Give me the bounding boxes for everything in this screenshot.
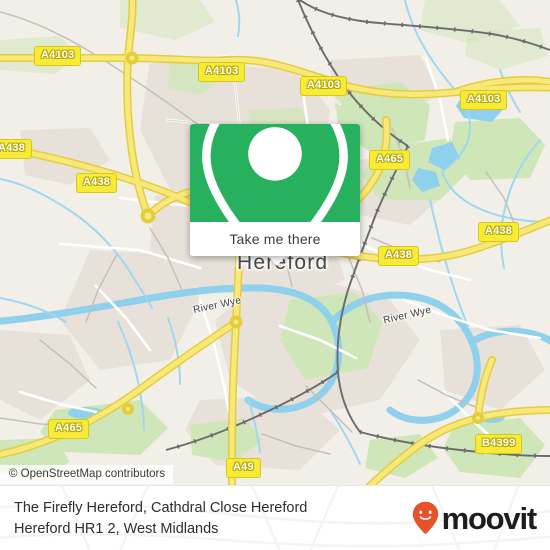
road-shield-b4399[interactable]: B4399: [475, 434, 523, 454]
road-shield-a438-4[interactable]: A438: [478, 222, 520, 242]
road-shield-a4103-3[interactable]: A4103: [300, 76, 348, 96]
popup-card-tail: [268, 256, 286, 266]
road-shield-a49[interactable]: A49: [226, 458, 261, 478]
moovit-logo[interactable]: moovit: [412, 500, 538, 536]
road-shield-a438-1[interactable]: A438: [0, 139, 33, 159]
location-title: The Firefly Hereford, Cathdral Close Her…: [14, 498, 404, 540]
road-shield-a465-1[interactable]: A465: [369, 150, 411, 170]
map-screenshot: A4103 A4103 A4103 A4103 A438 A438 A465 A…: [0, 0, 550, 550]
popup-card-header: [190, 124, 360, 256]
location-popup-card[interactable]: Take me there: [190, 124, 360, 256]
moovit-wordmark: moovit: [441, 500, 538, 536]
location-title-line2: Hereford HR1 2, West Midlands: [14, 521, 219, 537]
road-shield-a438-2[interactable]: A438: [76, 173, 118, 193]
take-me-there-label: Take me there: [229, 231, 321, 247]
footer-bar: The Firefly Hereford, Cathdral Close Her…: [0, 485, 550, 550]
moovit-pin-icon: [412, 501, 438, 534]
road-shield-a438-3[interactable]: A438: [378, 246, 420, 266]
road-shield-a4103-4[interactable]: A4103: [460, 90, 508, 110]
road-shield-a465-2[interactable]: A465: [48, 419, 90, 439]
map-attribution[interactable]: © OpenStreetMap contributors: [0, 465, 174, 484]
road-shield-a4103-2[interactable]: A4103: [198, 62, 246, 82]
road-shield-a4103-1[interactable]: A4103: [34, 46, 82, 66]
map-canvas[interactable]: A4103 A4103 A4103 A4103 A438 A438 A465 A…: [0, 0, 550, 485]
location-title-line1: The Firefly Hereford, Cathdral Close Her…: [14, 500, 308, 516]
